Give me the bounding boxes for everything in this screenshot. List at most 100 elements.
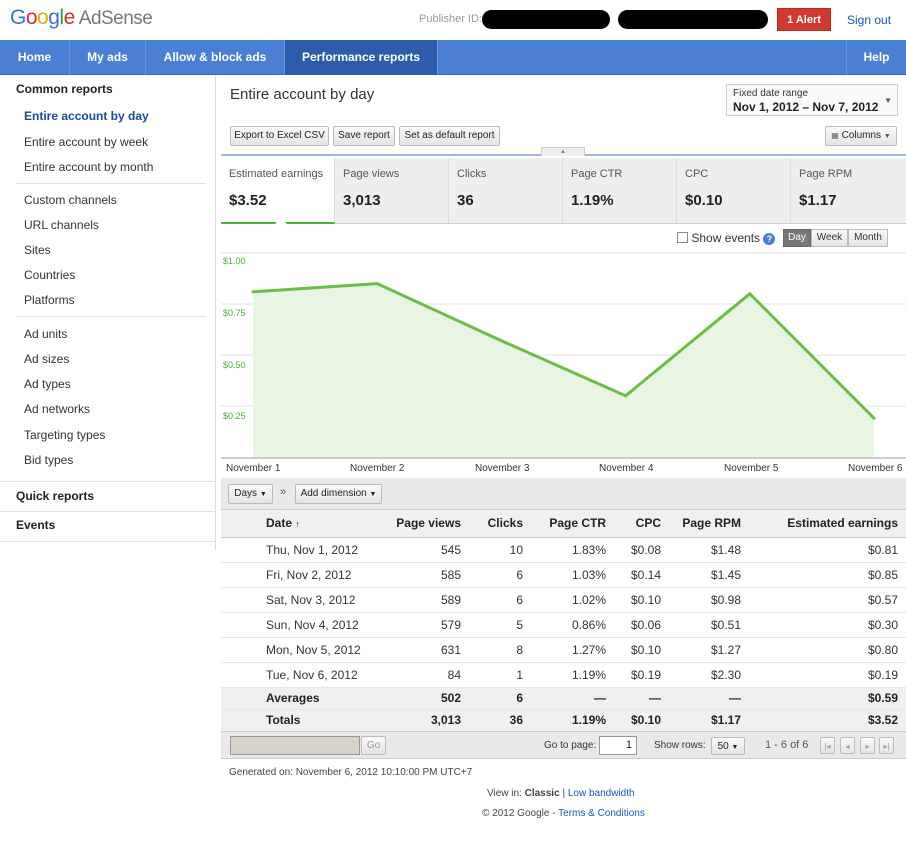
checkbox-icon[interactable] xyxy=(677,232,688,243)
granularity-day[interactable]: Day xyxy=(783,229,811,247)
sidebar-item-platforms[interactable]: Platforms xyxy=(24,293,75,307)
set-default-report-button[interactable]: Set as default report xyxy=(399,126,500,146)
earnings-area xyxy=(253,283,874,457)
table-cell: $0.14 xyxy=(612,562,667,588)
metric-tile-estimated-earnings[interactable]: Estimated earnings $3.52 xyxy=(221,158,335,224)
chevron-down-icon: ▼ xyxy=(883,133,891,140)
last-page-icon[interactable]: ▸| xyxy=(879,737,894,754)
metric-tile-page-rpm[interactable]: Page RPM $1.17 xyxy=(791,158,906,223)
sidebar-item-custom-channels[interactable]: Custom channels xyxy=(24,193,117,207)
go-button[interactable]: Go xyxy=(361,736,386,755)
column-header-date[interactable]: Date ↑ xyxy=(221,510,381,538)
metric-value: $0.10 xyxy=(685,192,723,209)
table-cell: $0.30 xyxy=(755,612,906,638)
data-point[interactable] xyxy=(375,282,379,286)
nav-home[interactable]: Home xyxy=(0,40,70,75)
column-header-clicks[interactable]: Clicks xyxy=(469,510,528,538)
sidebar-item-sites[interactable]: Sites xyxy=(24,243,51,257)
copyright-line: © 2012 Google - Terms & Conditions xyxy=(482,808,645,819)
metric-label: Page views xyxy=(343,168,400,180)
first-page-icon[interactable]: |◂ xyxy=(820,737,835,754)
x-tick-label: November 2 xyxy=(350,463,405,474)
publisher-id-label: Publisher ID: xyxy=(419,13,482,25)
help-icon[interactable]: ? xyxy=(763,233,776,245)
data-point[interactable] xyxy=(499,339,503,343)
sidebar-item-ad-sizes[interactable]: Ad sizes xyxy=(24,352,69,366)
sidebar-heading-common-reports[interactable]: Common reports xyxy=(16,82,113,96)
google-adsense-logo[interactable]: Google AdSense xyxy=(10,6,153,30)
metric-tile-cpc[interactable]: CPC $0.10 xyxy=(677,158,791,223)
columns-button[interactable]: ▦ Columns ▼ xyxy=(825,126,897,146)
column-header-page-views[interactable]: Page views xyxy=(381,510,469,538)
nav-allow-block-ads[interactable]: Allow & block ads xyxy=(146,40,285,75)
table-cell: 545 xyxy=(381,537,469,563)
low-bandwidth-link[interactable]: Low bandwidth xyxy=(568,788,635,799)
add-dimension-button[interactable]: Add dimension ▼ xyxy=(295,484,382,504)
sidebar: Common reports Entire account by day Ent… xyxy=(0,76,216,550)
column-header-cpc[interactable]: CPC xyxy=(612,510,667,538)
x-tick-label: November 6 xyxy=(848,463,903,474)
sidebar-item-countries[interactable]: Countries xyxy=(24,268,75,282)
table-row: Fri, Nov 2, 2012 585 6 1.03% $0.14 $1.45 $0.85 xyxy=(221,562,906,588)
table-row: Mon, Nov 5, 2012 631 8 1.27% $0.10 $1.27 $0.80 xyxy=(221,637,906,663)
sidebar-item-entire-account-by-day[interactable]: Entire account by day xyxy=(24,109,149,123)
data-point[interactable] xyxy=(624,394,628,398)
pagination-bar: Go Go to page: 1 Show rows: 50 ▼ 1 - 6 o… xyxy=(221,731,906,759)
chevron-down-icon: ▼ xyxy=(731,744,739,751)
sidebar-item-bid-types[interactable]: Bid types xyxy=(24,453,73,467)
granularity-month[interactable]: Month xyxy=(848,229,888,247)
granularity-week[interactable]: Week xyxy=(811,229,848,247)
rows-per-page-select[interactable]: 50 ▼ xyxy=(711,737,745,755)
sidebar-heading-quick-reports[interactable]: Quick reports xyxy=(16,489,94,503)
table-cell: 5 xyxy=(469,612,528,638)
sidebar-item-ad-units[interactable]: Ad units xyxy=(24,327,67,341)
metric-tile-page-ctr[interactable]: Page CTR 1.19% xyxy=(563,158,677,223)
sidebar-item-ad-networks[interactable]: Ad networks xyxy=(24,402,90,416)
save-report-button[interactable]: Save report xyxy=(333,126,395,146)
table-cell: 10 xyxy=(469,537,528,563)
table-cell: 6 xyxy=(469,587,528,613)
column-header-page-rpm[interactable]: Page RPM xyxy=(667,510,755,538)
dimension-select[interactable]: Days ▼ xyxy=(228,484,273,504)
show-events-toggle[interactable]: Show events ? xyxy=(677,231,776,245)
sidebar-item-url-channels[interactable]: URL channels xyxy=(24,218,99,232)
x-tick-label: November 4 xyxy=(599,463,654,474)
next-page-icon[interactable]: ▸ xyxy=(860,737,875,754)
table-cell: 585 xyxy=(381,562,469,588)
sidebar-divider xyxy=(0,541,216,542)
column-header-page-ctr[interactable]: Page CTR xyxy=(528,510,612,538)
alert-button[interactable]: 1 Alert xyxy=(777,8,831,31)
nav-my-ads[interactable]: My ads xyxy=(70,40,146,75)
data-point[interactable] xyxy=(872,416,876,420)
previous-page-icon[interactable]: ◂ xyxy=(840,737,855,754)
column-header-estimated-earnings[interactable]: Estimated earnings xyxy=(755,510,906,538)
date-range-selector[interactable]: Fixed date range Nov 1, 2012 – Nov 7, 20… xyxy=(726,84,898,116)
sidebar-item-entire-account-by-week[interactable]: Entire account by week xyxy=(24,135,148,149)
nav-performance-reports[interactable]: Performance reports xyxy=(285,40,438,75)
export-csv-button[interactable]: Export to Excel CSV xyxy=(230,126,329,146)
metric-tile-page-views[interactable]: Page views 3,013 xyxy=(335,158,449,223)
go-to-input[interactable] xyxy=(230,736,360,755)
metric-tile-clicks[interactable]: Clicks 36 xyxy=(449,158,563,223)
table-cell: Totals xyxy=(221,709,381,732)
table-cell: $0.06 xyxy=(612,612,667,638)
sidebar-item-ad-types[interactable]: Ad types xyxy=(24,377,71,391)
nav-help[interactable]: Help xyxy=(846,40,906,75)
data-point[interactable] xyxy=(748,292,752,296)
sidebar-item-entire-account-by-month[interactable]: Entire account by month xyxy=(24,160,153,174)
sidebar-item-targeting-types[interactable]: Targeting types xyxy=(24,428,105,442)
collapse-toggle[interactable]: ▲ xyxy=(541,147,585,156)
table-cell: $1.27 xyxy=(667,637,755,663)
page-number-input[interactable]: 1 xyxy=(599,736,637,755)
data-point[interactable] xyxy=(251,290,255,294)
logo-letter: g xyxy=(48,6,60,29)
columns-label: Columns xyxy=(841,130,882,141)
metric-tiles: Estimated earnings $3.52 Page views 3,01… xyxy=(221,158,906,224)
table-cell: 631 xyxy=(381,637,469,663)
column-label: Date xyxy=(266,516,293,531)
sidebar-heading-events[interactable]: Events xyxy=(16,518,55,532)
metric-value: 3,013 xyxy=(343,192,381,209)
terms-link[interactable]: Terms & Conditions xyxy=(558,808,645,819)
table-cell: $0.10 xyxy=(612,587,667,613)
sign-out-link[interactable]: Sign out xyxy=(847,13,891,27)
